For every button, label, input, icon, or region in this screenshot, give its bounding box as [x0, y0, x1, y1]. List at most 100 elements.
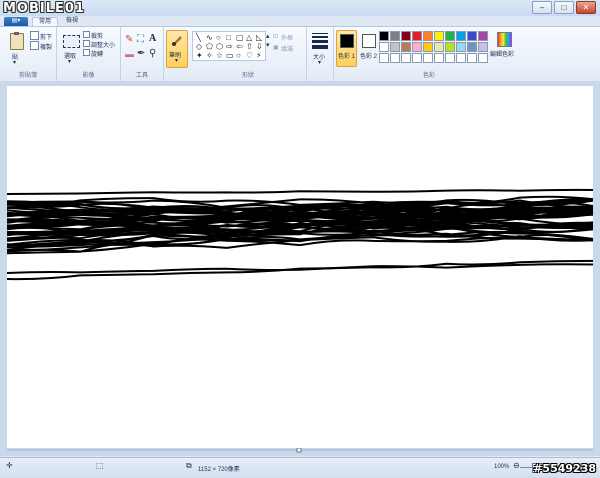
palette-swatch[interactable]: [412, 31, 422, 41]
paste-dropdown-icon[interactable]: ▾: [13, 59, 16, 66]
palette-swatch[interactable]: [379, 42, 389, 52]
shape-option-icon[interactable]: ⬠: [206, 43, 213, 51]
shape-option-icon[interactable]: ◺: [256, 34, 262, 42]
palette-swatch[interactable]: [412, 53, 422, 63]
shape-option-icon[interactable]: ⚡: [256, 52, 262, 60]
palette-swatch[interactable]: [478, 53, 488, 63]
clipboard-group-label: 剪貼簿: [18, 73, 37, 79]
cut-icon[interactable]: [30, 31, 39, 40]
shape-option-icon[interactable]: □: [226, 34, 231, 42]
shape-option-icon[interactable]: ✧: [206, 52, 213, 60]
select-icon[interactable]: [63, 35, 80, 48]
size-dropdown-icon[interactable]: ▾: [318, 59, 321, 66]
shape-option-icon[interactable]: ╲: [196, 34, 201, 42]
shape-option-icon[interactable]: △: [246, 34, 252, 42]
color-picker-icon[interactable]: ✒: [137, 48, 145, 59]
palette-swatch[interactable]: [401, 53, 411, 63]
palette-swatch[interactable]: [390, 31, 400, 41]
close-button[interactable]: ✕: [576, 1, 596, 14]
shape-option-icon[interactable]: ◇: [196, 43, 202, 51]
palette-swatch[interactable]: [467, 42, 477, 52]
pencil-icon[interactable]: ✎: [125, 34, 133, 45]
text-icon[interactable]: A: [149, 33, 156, 44]
shape-option-icon[interactable]: ▢: [236, 34, 244, 42]
palette-swatch[interactable]: [478, 31, 488, 41]
shapes-scroll-up-icon[interactable]: ▴: [266, 32, 270, 40]
crop-button[interactable]: 裁剪: [91, 31, 103, 40]
fill-icon[interactable]: ⛶: [137, 34, 144, 45]
palette-swatch[interactable]: [401, 31, 411, 41]
shape-option-icon[interactable]: ▭: [226, 52, 234, 60]
copy-button[interactable]: 複製: [40, 42, 52, 51]
shape-option-icon[interactable]: ⇦: [236, 43, 243, 51]
palette-swatch[interactable]: [467, 53, 477, 63]
edit-colors-icon[interactable]: [497, 32, 512, 47]
resize-icon[interactable]: [83, 40, 90, 47]
cut-button[interactable]: 剪下: [40, 32, 52, 41]
tab-view[interactable]: 檢視: [60, 17, 84, 26]
palette-swatch[interactable]: [456, 42, 466, 52]
rotate-icon[interactable]: [83, 49, 90, 56]
drawing-canvas[interactable]: [6, 86, 594, 448]
palette-swatch[interactable]: [445, 42, 455, 52]
palette-swatch[interactable]: [379, 53, 389, 63]
palette-swatch[interactable]: [456, 53, 466, 63]
paste-icon[interactable]: [10, 32, 24, 50]
palette-swatch[interactable]: [478, 42, 488, 52]
shape-option-icon[interactable]: ⬡: [216, 43, 223, 51]
select-dropdown-icon[interactable]: ▾: [68, 58, 71, 65]
palette-swatch[interactable]: [379, 31, 389, 41]
eraser-icon[interactable]: ▬: [125, 49, 134, 59]
shape-option-icon[interactable]: ✦: [196, 52, 203, 60]
palette-swatch[interactable]: [423, 53, 433, 63]
palette-swatch[interactable]: [390, 42, 400, 52]
palette-swatch[interactable]: [434, 42, 444, 52]
zoom-out-button[interactable]: ⊖: [513, 461, 520, 470]
copy-icon[interactable]: [30, 41, 39, 50]
resize-button[interactable]: 調整大小: [91, 40, 115, 49]
drawn-stroke: [6, 188, 594, 195]
brush-icon: [172, 36, 182, 46]
color2-swatch: [362, 34, 376, 48]
palette-swatch[interactable]: [401, 42, 411, 52]
outline-button[interactable]: 外框: [281, 33, 293, 42]
window-controls: – □ ✕: [532, 1, 596, 14]
shape-option-icon[interactable]: ⇨: [226, 43, 233, 51]
palette-swatch[interactable]: [445, 53, 455, 63]
fill-shape-icon: ▣: [273, 45, 279, 51]
image-group-label: 影像: [82, 73, 95, 79]
shapes-scroll-down-icon[interactable]: ▾: [266, 41, 270, 49]
minimize-button[interactable]: –: [532, 1, 552, 14]
palette-swatch[interactable]: [434, 53, 444, 63]
shape-option-icon[interactable]: ○: [236, 52, 241, 60]
palette-swatch[interactable]: [412, 42, 422, 52]
shape-option-icon[interactable]: ⇧: [246, 43, 253, 51]
canvas-resize-handle[interactable]: [296, 448, 302, 453]
brushes-button[interactable]: 筆刷 ▾: [166, 30, 188, 68]
shape-option-icon[interactable]: ○: [216, 34, 221, 42]
edit-colors-button[interactable]: 編輯色彩: [490, 49, 514, 58]
crop-icon[interactable]: [83, 31, 90, 38]
app-menu-button[interactable]: ▤▾: [4, 17, 28, 26]
palette-swatch[interactable]: [390, 53, 400, 63]
tools-group-label: 工具: [135, 73, 148, 79]
size-icon[interactable]: [312, 33, 328, 51]
palette-swatch[interactable]: [434, 31, 444, 41]
palette-swatch[interactable]: [467, 31, 477, 41]
shape-option-icon[interactable]: ⇩: [256, 43, 263, 51]
palette-swatch[interactable]: [423, 42, 433, 52]
palette-swatch[interactable]: [456, 31, 466, 41]
rotate-button[interactable]: 旋轉: [91, 49, 103, 58]
shape-option-icon[interactable]: ☆: [216, 52, 223, 60]
color1-button[interactable]: 色彩 1: [336, 30, 357, 67]
palette-swatch[interactable]: [423, 31, 433, 41]
maximize-button[interactable]: □: [554, 1, 574, 14]
shape-option-icon[interactable]: ∿: [206, 34, 213, 42]
fill-button[interactable]: 填滿: [281, 44, 293, 53]
palette-swatch[interactable]: [445, 31, 455, 41]
color2-button[interactable]: 色彩 2: [358, 30, 379, 67]
magnifier-icon[interactable]: ⚲: [149, 48, 156, 59]
shape-option-icon[interactable]: ♡: [246, 52, 253, 60]
shapes-gallery[interactable]: ╲ ∿ ○ □ ▢ △ ◺ ◇ ⬠ ⬡ ⇨ ⇦ ⇧ ⇩ ✦ ✧ ☆ ▭ ○ ♡ ⚡: [192, 31, 266, 61]
drawing-strokes: [6, 188, 594, 281]
